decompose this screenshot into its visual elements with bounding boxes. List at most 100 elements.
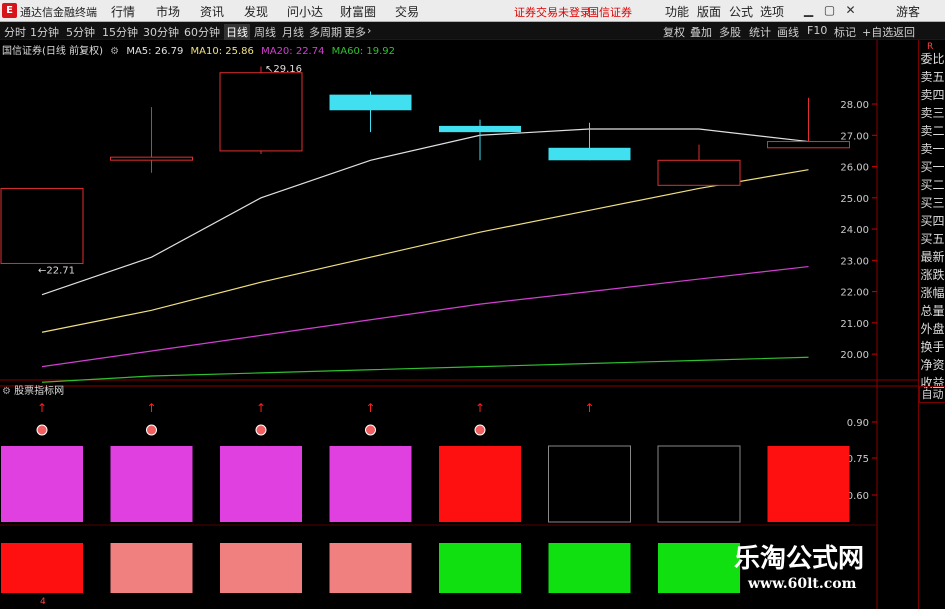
close-icon[interactable]: ✕ (842, 2, 859, 19)
price-tick-label: 28.00 (840, 100, 869, 111)
overlay-button[interactable]: 叠加 (690, 24, 712, 40)
draw-line-button[interactable]: 画线 (777, 24, 799, 40)
signal-ball-icon (36, 424, 48, 436)
auto-button[interactable]: 自动 (919, 386, 945, 403)
panel-field-11[interactable]: 最新 (920, 248, 945, 265)
signal-box-top (110, 446, 193, 522)
menu-bar: E 通达信金融终端 行情 市场 资讯 发现 问小达 财富圈 交易 证券交易未登录… (0, 0, 945, 22)
up-arrow-icon: ↑ (256, 401, 266, 415)
tab-60min[interactable]: 60分钟 (184, 24, 220, 40)
tab-weekly[interactable]: 周线 (254, 24, 276, 40)
panel-field-8[interactable]: 买三 (920, 194, 945, 211)
minimize-icon[interactable]: ▁ (800, 2, 817, 19)
signal-box-top (1, 446, 83, 522)
ma-line-ma20 (41, 265, 809, 368)
back-button[interactable]: 返回 (893, 24, 915, 40)
indicator-gear-icon[interactable]: ⚙ (2, 386, 11, 397)
signal-ball-icon (365, 424, 376, 436)
statistics-button[interactable]: 统计 (749, 24, 771, 40)
panel-field-12[interactable]: 涨跌 (920, 266, 945, 283)
restore-rights-button[interactable]: 复权 (663, 24, 685, 40)
tab-1min[interactable]: 1分钟 (30, 24, 59, 40)
restore-icon[interactable]: ▢ (821, 2, 838, 19)
price-tick-label: 22.00 (840, 288, 869, 299)
ma-line-ma10 (41, 169, 809, 333)
candlesticks (0, 66, 850, 264)
menu-item-options[interactable]: 选项 (760, 3, 784, 20)
menu-item-wealth-circle[interactable]: 财富圈 (340, 3, 376, 20)
price-chart[interactable]: 28.00 27.00 26.00 25.00 24.00 23.00 22.00 21.00… (0, 40, 918, 609)
tab-intraday[interactable]: 分时 (4, 24, 26, 40)
add-watchlist-button[interactable]: +自选 (862, 24, 893, 40)
signal-box-empty (657, 445, 741, 523)
more-chevron-icon[interactable]: › (367, 24, 371, 37)
tab-15min[interactable]: 15分钟 (102, 24, 138, 40)
multi-stock-button[interactable]: 多股 (719, 24, 741, 40)
menu-item-formula[interactable]: 公式 (729, 3, 753, 20)
tab-5min[interactable]: 5分钟 (66, 24, 95, 40)
panel-field-17[interactable]: 净资 (920, 356, 945, 373)
tab-30min[interactable]: 30分钟 (143, 24, 179, 40)
period-toolbar: 分时 1分钟 5分钟 15分钟 30分钟 60分钟 日线 周线 月线 多周期 更… (0, 22, 945, 40)
panel-field-3[interactable]: 卖三 (920, 104, 945, 121)
panel-field-7[interactable]: 买二 (920, 176, 945, 193)
up-arrow-icon: ↑ (37, 401, 47, 415)
menu-item-trade[interactable]: 交易 (395, 3, 419, 20)
panel-field-5[interactable]: 卖一 (920, 140, 945, 157)
panel-field-14[interactable]: 总量 (920, 302, 945, 319)
menu-item-functions[interactable]: 功能 (665, 3, 689, 20)
indicator-title: 股票指标网 (14, 386, 65, 397)
tab-daily[interactable]: 日线 (224, 24, 250, 40)
f10-button[interactable]: F10 (807, 24, 827, 37)
menu-item-discover[interactable]: 发现 (244, 3, 268, 20)
candle-body (329, 94, 412, 111)
tab-more[interactable]: 更多 (344, 24, 366, 40)
panel-field-15[interactable]: 外盘 (920, 320, 945, 337)
signal-box-top (329, 446, 412, 522)
panel-field-6[interactable]: 买一 (920, 158, 945, 175)
indicator-tick-label: 0.60 (847, 491, 869, 502)
watermark-url: www.60lt.com (748, 576, 857, 592)
panel-field-9[interactable]: 买四 (920, 212, 945, 229)
menu-item-layout[interactable]: 版面 (697, 3, 721, 20)
menu-item-quotes[interactable]: 行情 (111, 3, 135, 20)
signal-ball-icon (255, 424, 267, 436)
signal-box-top (439, 446, 521, 522)
candle-body (439, 125, 521, 133)
menu-item-news[interactable]: 资讯 (200, 3, 224, 20)
panel-field-0[interactable]: 委比 (920, 50, 945, 67)
menu-item-assistant[interactable]: 问小达 (287, 3, 323, 20)
panel-field-10[interactable]: 买五 (920, 230, 945, 247)
panel-field-1[interactable]: 卖五 (920, 68, 945, 85)
mark-button[interactable]: 标记 (834, 24, 856, 40)
login-notice[interactable]: 证券交易未登录 (514, 4, 591, 20)
guest-label[interactable]: 游客 (896, 3, 920, 20)
candle-body (548, 147, 631, 161)
candle-body (219, 72, 303, 152)
indicator-header: ⚙ 股票指标网 (2, 382, 64, 397)
panel-field-16[interactable]: 换手 (920, 338, 945, 355)
up-arrow-icon: ↑ (584, 401, 594, 415)
menu-item-market[interactable]: 市场 (156, 3, 180, 20)
tab-multi-period[interactable]: 多周期 (309, 24, 342, 40)
signal-box-bottom (110, 543, 193, 593)
signal-box-bottom (220, 543, 302, 593)
tab-monthly[interactable]: 月线 (282, 24, 304, 40)
panel-field-4[interactable]: 卖二 (920, 122, 945, 139)
signal-box-bottom (1, 543, 83, 593)
panel-field-2[interactable]: 卖四 (920, 86, 945, 103)
broker-name[interactable]: 国信证券 (588, 4, 632, 20)
indicator-tick-label: 0.90 (847, 418, 869, 429)
up-arrow-icon: ↑ (365, 401, 375, 415)
price-tick-label: 24.00 (840, 225, 869, 236)
panel-field-13[interactable]: 涨幅 (920, 284, 945, 301)
candle-body (110, 156, 193, 161)
price-tick-label: 21.00 (840, 319, 869, 330)
price-axis: 28.00 27.00 26.00 25.00 24.00 23.00 22.00 21.00… (840, 100, 877, 361)
signal-box-top (220, 446, 302, 522)
price-tick-label: 26.00 (840, 163, 869, 174)
signal-box-bottom (548, 543, 631, 593)
site-watermark: 乐淘公式网 www.60lt.com (726, 532, 916, 604)
price-tick-label: 27.00 (840, 131, 869, 142)
signal-box-bottom (439, 543, 521, 593)
